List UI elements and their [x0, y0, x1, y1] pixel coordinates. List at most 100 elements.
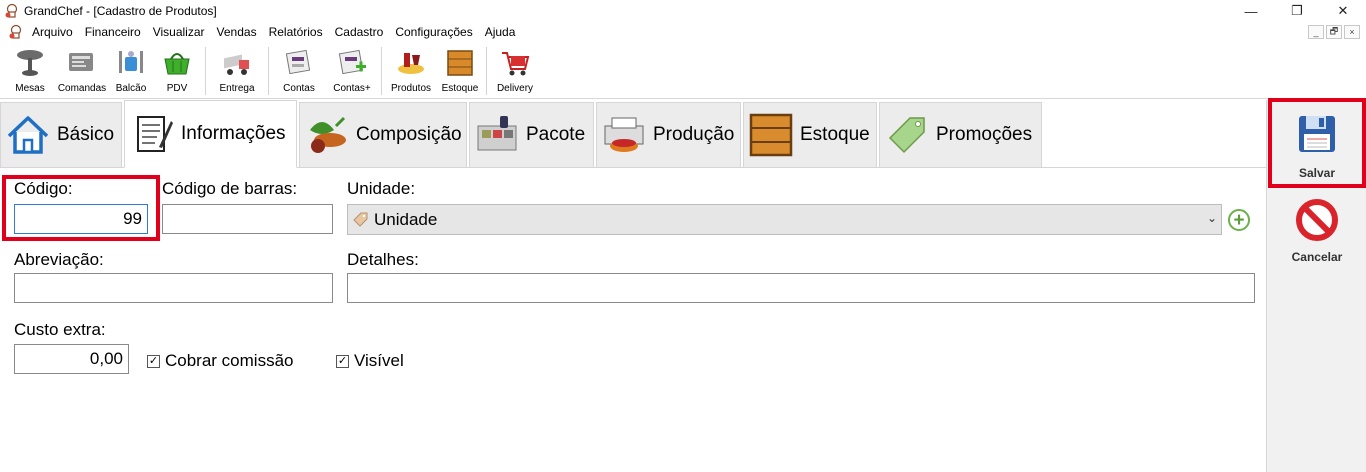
- toolbar-produtos-button[interactable]: Produtos: [385, 43, 437, 97]
- maximize-button[interactable]: ❐: [1274, 0, 1320, 22]
- toolbar-label: Balcão: [115, 83, 147, 94]
- menu-bar: Arquivo Financeiro Visualizar Vendas Rel…: [0, 22, 1366, 42]
- tab-label: Básico: [57, 124, 115, 145]
- unidade-selected-value: Unidade: [374, 209, 438, 229]
- custo-extra-input[interactable]: 0,00: [14, 344, 129, 374]
- toolbar-label: Comandas: [57, 83, 107, 94]
- menu-vendas[interactable]: Vendas: [211, 25, 263, 39]
- close-button[interactable]: ✕: [1320, 0, 1366, 22]
- tab-label: Pacote: [526, 124, 586, 145]
- codigo-barras-input[interactable]: [162, 204, 333, 234]
- menu-cadastro[interactable]: Cadastro: [329, 25, 390, 39]
- checkmark-icon: ✓: [336, 354, 349, 368]
- menu-arquivo[interactable]: Arquivo: [26, 25, 79, 39]
- toolbar-pdv-button[interactable]: PDV: [152, 43, 202, 97]
- toolbar-separator: [381, 47, 382, 95]
- toolbar-contas-button[interactable]: Contas: [272, 43, 326, 97]
- abreviacao-label: Abreviação:: [14, 250, 104, 269]
- delivery-truck-icon: [224, 54, 249, 75]
- minimize-button[interactable]: —: [1228, 0, 1274, 22]
- package-icon: [477, 116, 517, 151]
- vegetables-icon: [310, 116, 346, 153]
- toolbar-label: PDV: [166, 83, 188, 94]
- tab-producao[interactable]: Produção: [596, 102, 741, 168]
- mdi-minimize-button[interactable]: _: [1308, 25, 1324, 39]
- basket-icon: [164, 53, 190, 75]
- toolbar-mesas-button[interactable]: Mesas: [6, 43, 54, 97]
- menu-visualizar[interactable]: Visualizar: [147, 25, 211, 39]
- toolbar-contas-plus-button[interactable]: Contas+: [326, 43, 378, 97]
- toolbar-label: Delivery: [496, 83, 534, 94]
- toolbar-label: Estoque: [441, 83, 479, 94]
- accounts-icon: [285, 49, 311, 75]
- cancel-icon: [1296, 199, 1338, 241]
- cancel-button-label: Cancelar: [1291, 250, 1343, 264]
- accounts-add-icon: [338, 49, 366, 75]
- menu-relatorios[interactable]: Relatórios: [263, 25, 329, 39]
- toolbar-delivery-button[interactable]: Delivery: [490, 43, 540, 97]
- toolbar-separator: [205, 47, 206, 95]
- tab-basico[interactable]: Básico: [0, 102, 122, 168]
- checkmark-icon: ✓: [147, 354, 160, 368]
- product-form-panel: Básico Informações Composição Pacote Pro…: [0, 100, 1266, 472]
- chevron-down-icon: ⌄: [1206, 211, 1217, 225]
- toolbar-label: Entrega: [219, 83, 255, 94]
- toolbar-separator: [268, 47, 269, 95]
- visivel-checkbox[interactable]: ✓ Visível: [336, 351, 404, 371]
- toolbar: Mesas Comandas Balcão PDV Entrega Contas…: [0, 43, 1366, 99]
- mdi-close-button[interactable]: ×: [1344, 25, 1360, 39]
- save-highlight-box: [1268, 98, 1366, 188]
- notepad-icon: [137, 116, 173, 152]
- toolbar-entrega-button[interactable]: Entrega: [209, 43, 265, 97]
- order-card-icon: [69, 53, 93, 71]
- tab-informacoes[interactable]: Informações: [124, 100, 297, 168]
- tab-promocoes[interactable]: Promoções: [879, 102, 1042, 168]
- plus-icon: +: [1233, 209, 1245, 231]
- toolbar-label: Contas: [283, 83, 315, 94]
- detalhes-input[interactable]: [347, 273, 1255, 303]
- add-unidade-button[interactable]: +: [1228, 209, 1250, 231]
- tab-label: Produção: [653, 124, 735, 145]
- action-side-panel: Salvar Cancelar: [1266, 98, 1366, 472]
- title-bar: GrandChef - [Cadastro de Produtos] — ❐ ✕: [0, 0, 1366, 22]
- menu-ajuda[interactable]: Ajuda: [479, 25, 522, 39]
- delivery-cart-icon: [502, 52, 530, 76]
- menu-configuracoes[interactable]: Configurações: [389, 25, 478, 39]
- mdi-restore-button[interactable]: 🗗: [1326, 25, 1342, 39]
- unidade-select[interactable]: Unidade ⌄: [347, 204, 1222, 235]
- abreviacao-input[interactable]: [14, 273, 333, 303]
- tab-label: Composição: [356, 124, 462, 145]
- crate-icon: [749, 113, 793, 157]
- tab-composicao[interactable]: Composição: [299, 102, 467, 168]
- tab-label: Estoque: [800, 124, 870, 145]
- unidade-label: Unidade:: [347, 179, 416, 198]
- tag-icon: [352, 211, 370, 229]
- printer-cake-icon: [604, 117, 644, 152]
- tab-estoque[interactable]: Estoque: [743, 102, 877, 168]
- toolbar-comandas-button[interactable]: Comandas: [54, 43, 110, 97]
- visivel-label: Visível: [354, 351, 404, 370]
- toolbar-estoque-button[interactable]: Estoque: [437, 43, 483, 97]
- window-title: GrandChef - [Cadastro de Produtos]: [24, 4, 217, 18]
- table-icon: [17, 50, 43, 76]
- tab-label: Promoções: [936, 124, 1033, 145]
- cobrar-comissao-checkbox[interactable]: ✓ Cobrar comissão: [147, 351, 294, 371]
- tab-pacote[interactable]: Pacote: [469, 102, 594, 168]
- codigo-highlight-box: [2, 175, 160, 241]
- cobrar-comissao-label: Cobrar comissão: [165, 351, 294, 370]
- toolbar-label: Contas+: [333, 83, 371, 94]
- toolbar-balcao-button[interactable]: Balcão: [110, 43, 152, 97]
- custo-extra-label: Custo extra:: [14, 320, 106, 339]
- stock-crate-icon: [447, 50, 473, 76]
- cancel-button[interactable]: Cancelar: [1267, 198, 1366, 264]
- tab-label: Informações: [181, 123, 286, 144]
- menu-financeiro[interactable]: Financeiro: [79, 25, 147, 39]
- toolbar-label: Mesas: [15, 83, 45, 94]
- toolbar-separator: [486, 47, 487, 95]
- house-icon: [7, 116, 49, 154]
- codigo-barras-label: Código de barras:: [162, 179, 298, 198]
- price-tag-icon: [888, 117, 925, 154]
- chef-hat-icon: [8, 24, 24, 40]
- tab-strip: Básico Informações Composição Pacote Pro…: [0, 100, 1044, 168]
- counter-icon: [119, 51, 143, 73]
